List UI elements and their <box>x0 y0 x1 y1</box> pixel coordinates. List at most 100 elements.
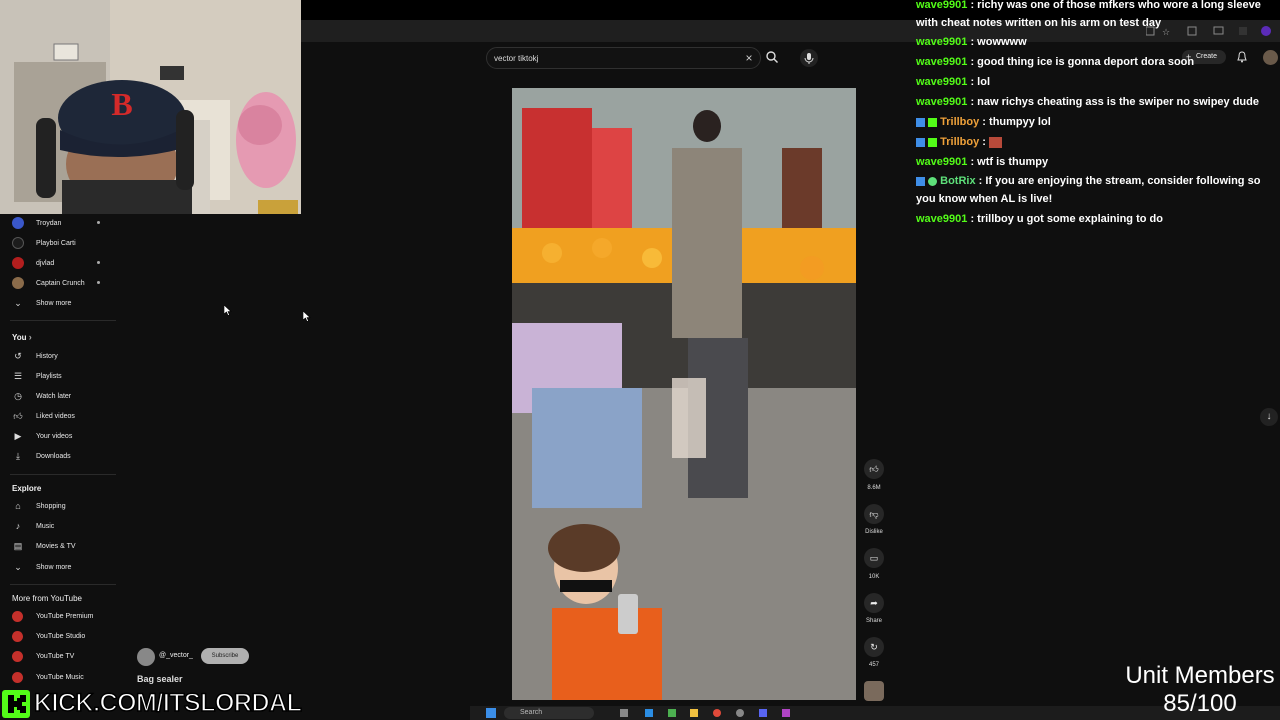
youtube-studio-icon <box>12 631 23 642</box>
folder-icon[interactable] <box>690 709 698 717</box>
sidebar-item-label: Music <box>36 522 55 530</box>
channel-avatar <box>12 217 24 229</box>
search-input[interactable] <box>494 51 734 65</box>
channel-handle[interactable]: @_vector_ <box>159 652 193 659</box>
windows-start-icon[interactable] <box>486 708 496 718</box>
divider <box>10 584 116 585</box>
sidebar-item-youtube-studio[interactable]: YouTube Studio <box>0 627 122 645</box>
comments-button[interactable]: ▭ <box>864 548 884 568</box>
scroll-down-button[interactable]: ↓ <box>1260 408 1278 426</box>
sound-thumbnail[interactable] <box>864 681 884 701</box>
subscribe-button[interactable]: Subscribe <box>201 648 249 664</box>
sidebar-item-downloads[interactable]: ⤓ Downloads <box>0 447 122 465</box>
show-more-explore[interactable]: ⌄ Show more <box>0 558 122 576</box>
mouse-cursor-icon <box>303 311 311 322</box>
sidebar-item-label: Your videos <box>36 432 73 440</box>
search-button[interactable] <box>765 50 783 66</box>
chat-text: naw richys cheating ass is the swiper no… <box>977 96 1259 108</box>
comment-count: 10K <box>868 574 880 580</box>
chat-username: wave9901 <box>916 56 968 68</box>
show-more-subscriptions[interactable]: ⌄ Show more <box>0 294 122 312</box>
you-section-header[interactable]: You › <box>12 332 32 342</box>
channel-avatar[interactable] <box>137 648 155 666</box>
emote-icon <box>989 136 1003 148</box>
channel-avatar <box>12 257 24 269</box>
sidebar-item-history[interactable]: ↺ History <box>0 347 122 365</box>
music-note-icon: ♪ <box>15 521 21 531</box>
taskbar-search[interactable]: Search <box>504 707 594 719</box>
youtube-sidebar: Troydan Playboi Carti djvlad Captain Cru… <box>0 214 122 720</box>
youtube-premium-icon <box>12 611 23 622</box>
subscription-label: Troydan <box>36 219 62 227</box>
channel-avatar <box>12 237 24 249</box>
sidebar-item-youtube-tv[interactable]: YouTube TV <box>0 647 122 665</box>
discord-icon[interactable] <box>759 709 767 717</box>
sidebar-item-music[interactable]: ♪ Music <box>0 517 122 535</box>
subscription-djvlad[interactable]: djvlad <box>0 254 122 272</box>
shopping-bag-icon: ⌂ <box>15 501 21 511</box>
sidebar-item-playlists[interactable]: ☰ Playlists <box>0 367 122 385</box>
download-icon: ⤓ <box>16 450 20 461</box>
remix-button[interactable]: ↻ <box>864 637 884 657</box>
mic-icon <box>804 53 814 64</box>
share-button[interactable]: ➦ <box>864 593 884 613</box>
film-icon: ▤ <box>13 540 23 551</box>
arrow-down-icon: ↓ <box>1266 411 1272 422</box>
subscription-troydan[interactable]: Troydan <box>0 214 122 232</box>
taskbar-app-icon[interactable] <box>645 709 653 717</box>
chevron-down-icon: ⌄ <box>14 297 22 308</box>
dislike-label: Dislike <box>865 529 883 535</box>
sidebar-item-label: YouTube Studio <box>36 632 86 640</box>
subscription-playboi-carti[interactable]: Playboi Carti <box>0 234 122 252</box>
remix-icon: ↻ <box>870 641 878 652</box>
live-dot <box>97 261 100 264</box>
chat-message: wave9901 : naw richys cheating ass is th… <box>916 96 1259 108</box>
unit-members-counter: Unit Members 85/100 <box>1120 662 1280 720</box>
dislike-button[interactable]: 👎︎ <box>864 504 884 524</box>
sidebar-item-label: YouTube Music <box>36 673 84 681</box>
chat-username: wave9901 <box>916 213 968 225</box>
clear-search-icon[interactable]: × <box>742 50 756 66</box>
task-view-icon[interactable] <box>620 709 628 717</box>
webcam-feed: B <box>0 0 301 214</box>
sidebar-item-watch-later[interactable]: ◷ Watch later <box>0 387 122 405</box>
chrome-icon[interactable] <box>713 709 721 717</box>
taskbar-app-icon[interactable] <box>668 709 676 717</box>
sidebar-item-liked-videos[interactable]: 👍︎ Liked videos <box>0 407 122 425</box>
chat-username: Trillboy <box>940 136 980 148</box>
taskbar-app-icon[interactable] <box>782 709 790 717</box>
subscription-captain-crunch[interactable]: Captain Crunch <box>0 274 122 292</box>
youtube-tv-icon <box>12 651 23 662</box>
chat-text: richy was one of those mfkers who wore a… <box>916 0 1261 29</box>
short-video-player[interactable] <box>512 88 856 700</box>
sidebar-item-your-videos[interactable]: ▶ Your videos <box>0 427 122 445</box>
chat-text: wtf is thumpy <box>977 156 1049 168</box>
sub-badge-icon <box>928 117 938 127</box>
playlists-icon: ☰ <box>13 370 23 381</box>
chat-message: wave9901 : wowwww <box>916 36 1027 48</box>
sub-badge-icon <box>928 137 938 147</box>
chat-text: wowwww <box>977 36 1027 48</box>
chat-username: Trillboy <box>940 116 980 128</box>
sidebar-item-youtube-music[interactable]: YouTube Music <box>0 668 122 686</box>
voice-search-button[interactable] <box>800 49 818 67</box>
sidebar-item-label: Movies & TV <box>36 542 76 550</box>
sidebar-item-label: YouTube Premium <box>36 612 94 620</box>
divider <box>10 474 116 475</box>
sidebar-item-shopping[interactable]: ⌂ Shopping <box>0 497 122 515</box>
chat-username: BotRix <box>940 175 976 187</box>
kick-logo-icon <box>2 690 30 718</box>
taskbar-app-icon[interactable] <box>736 709 744 717</box>
clock-icon: ◷ <box>14 390 22 401</box>
user-badge-icon <box>916 117 925 127</box>
play-square-icon: ▶ <box>14 430 22 441</box>
share-icon: ➦ <box>870 597 878 608</box>
sidebar-item-label: Watch later <box>36 392 72 400</box>
sidebar-item-youtube-premium[interactable]: YouTube Premium <box>0 607 122 625</box>
chevron-down-icon: ⌄ <box>14 561 22 572</box>
sidebar-item-label: History <box>36 352 58 360</box>
taskbar-search-label: Search <box>520 709 543 716</box>
unit-members-title: Unit Members <box>1125 662 1275 689</box>
like-button[interactable]: 👍︎ <box>864 459 884 479</box>
sidebar-item-movies-tv[interactable]: ▤ Movies & TV <box>0 537 122 555</box>
